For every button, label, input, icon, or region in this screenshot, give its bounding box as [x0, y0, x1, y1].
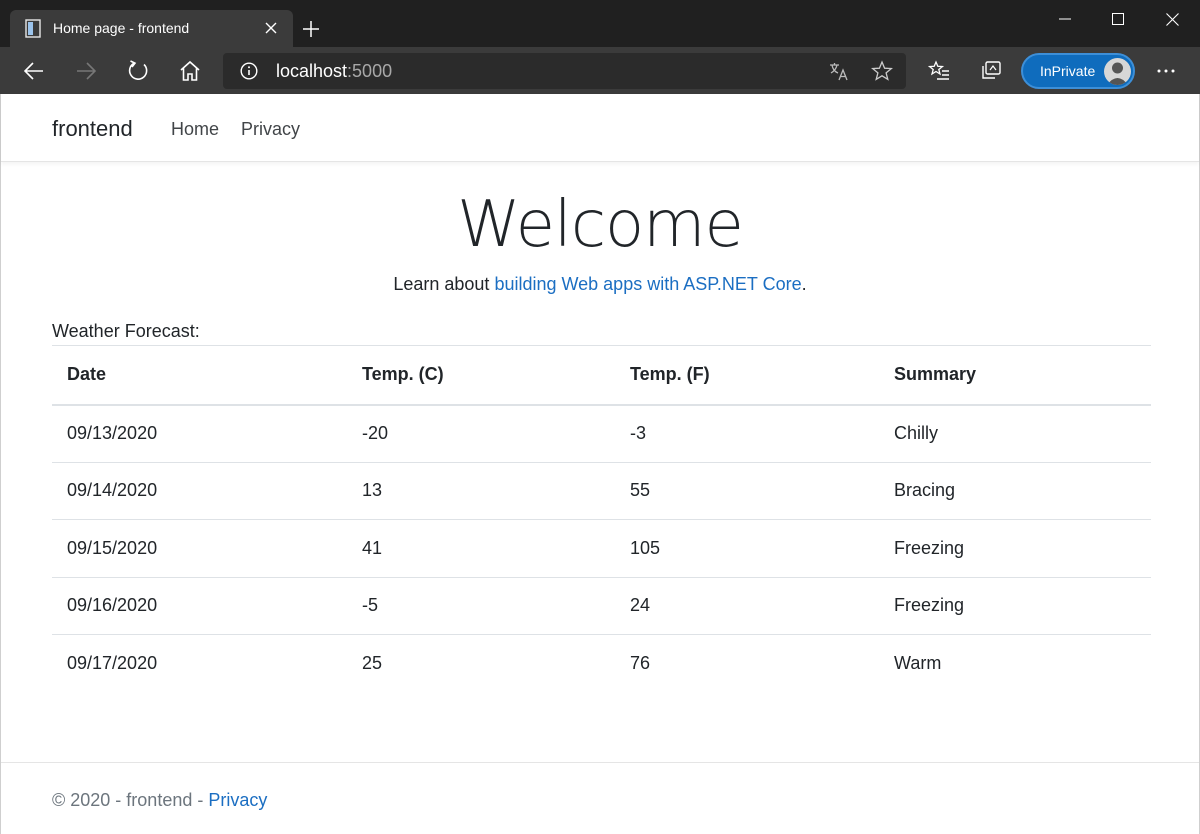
page-icon — [25, 19, 41, 38]
site-navbar: frontend Home Privacy — [1, 94, 1199, 162]
aspnet-docs-link[interactable]: building Web apps with ASP.NET Core — [494, 274, 801, 294]
footer-text: © 2020 - frontend - Privacy — [52, 790, 267, 811]
cell-date: 09/15/2020 — [52, 519, 347, 578]
new-tab-icon[interactable] — [302, 20, 320, 38]
collections-icon — [982, 61, 1001, 79]
url-text[interactable]: localhost:5000 — [276, 61, 392, 82]
inprivate-label: InPrivate — [1040, 63, 1096, 79]
cell-temp-c: -5 — [347, 577, 615, 635]
browser-toolbar: localhost:5000 InPrivate — [0, 47, 1200, 94]
more-dots-icon — [1157, 69, 1175, 73]
maximize-icon — [1112, 13, 1124, 25]
close-window-button[interactable] — [1149, 0, 1195, 38]
cell-temp-f: 105 — [615, 519, 879, 578]
cell-temp-f: 55 — [615, 462, 879, 520]
table-row: 09/14/2020 13 55 Bracing — [52, 462, 1151, 520]
refresh-button[interactable] — [126, 59, 150, 83]
cell-temp-f: 24 — [615, 577, 879, 635]
person-icon — [1107, 62, 1128, 85]
translate-icon[interactable] — [829, 61, 849, 81]
back-arrow-icon — [24, 62, 43, 80]
url-port: :5000 — [347, 61, 393, 81]
back-button[interactable] — [22, 59, 46, 83]
intro-text: Learn about building Web apps with ASP.N… — [1, 274, 1199, 295]
forecast-label: Weather Forecast: — [52, 321, 200, 341]
home-icon — [180, 60, 200, 81]
forward-arrow-icon — [77, 62, 96, 80]
avatar — [1104, 58, 1131, 85]
cell-date: 09/17/2020 — [67, 653, 158, 673]
column-header-temp-f: Temp. (F) — [615, 345, 879, 406]
settings-more-button[interactable] — [1154, 59, 1178, 83]
table-header-row: Date Temp. (C) Temp. (F) Summary — [52, 345, 1151, 406]
inprivate-profile-button[interactable]: InPrivate — [1021, 53, 1135, 89]
weather-table: Date Temp. (C) Temp. (F) Summary 09/13/2… — [52, 345, 1151, 692]
cell-summary: Warm — [894, 653, 942, 673]
refresh-icon — [128, 60, 148, 80]
favorites-list-icon — [928, 60, 949, 80]
intro-suffix: . — [801, 274, 807, 294]
forward-button[interactable] — [74, 59, 98, 83]
favorites-button[interactable] — [927, 59, 951, 83]
nav-privacy-link[interactable]: Privacy — [241, 119, 300, 140]
cell-temp-f: -3 — [615, 404, 879, 463]
table-row: 09/13/2020 -20 -3 Chilly — [52, 404, 1151, 463]
cell-temp-c: -20 — [347, 404, 615, 463]
column-header-date: Date — [52, 345, 347, 406]
table-row: 09/16/2020 -5 24 Freezing — [52, 577, 1151, 635]
home-button[interactable] — [178, 59, 202, 83]
cell-temp-c: 41 — [347, 519, 615, 578]
collections-button[interactable] — [979, 59, 1003, 83]
tab-title: Home page - frontend — [53, 20, 190, 36]
minimize-icon — [1059, 18, 1071, 20]
table-row: 09/17/2020 25 76 Warm — [52, 635, 1151, 693]
info-icon[interactable] — [240, 62, 258, 80]
browser-titlebar: Home page - frontend — [0, 0, 1200, 47]
url-host: localhost — [276, 61, 348, 81]
site-brand-link[interactable]: frontend — [52, 116, 133, 142]
close-tab-icon[interactable] — [264, 21, 278, 35]
maximize-button[interactable] — [1095, 0, 1141, 38]
browser-tab[interactable]: Home page - frontend — [10, 10, 293, 47]
close-icon — [1165, 12, 1179, 26]
cell-temp-f: 76 — [630, 653, 651, 673]
cell-date: 09/14/2020 — [52, 462, 347, 520]
footer-privacy-link[interactable]: Privacy — [208, 790, 267, 810]
page-title: Welcome — [457, 188, 744, 262]
column-header-temp-c: Temp. (C) — [347, 345, 615, 406]
footer-copyright: © 2020 - frontend - — [52, 790, 209, 810]
cell-summary: Bracing — [879, 462, 1151, 520]
column-header-summary: Summary — [879, 345, 1151, 406]
intro-prefix: Learn about — [393, 274, 495, 294]
cell-date: 09/13/2020 — [52, 404, 347, 463]
cell-summary: Freezing — [879, 519, 1151, 578]
cell-summary: Chilly — [879, 404, 1151, 463]
cell-temp-c: 25 — [362, 653, 383, 673]
nav-home-link[interactable]: Home — [171, 119, 219, 140]
cell-temp-c: 13 — [347, 462, 615, 520]
page-content: frontend Home Privacy Welcome Learn abou… — [0, 94, 1200, 834]
address-bar[interactable]: localhost:5000 — [223, 53, 906, 89]
cell-summary: Freezing — [879, 577, 1151, 635]
site-footer: © 2020 - frontend - Privacy — [1, 762, 1199, 834]
cell-date: 09/16/2020 — [52, 577, 347, 635]
table-row: 09/15/2020 41 105 Freezing — [52, 519, 1151, 578]
minimize-button[interactable] — [1042, 0, 1088, 38]
favorite-star-icon[interactable] — [871, 60, 893, 82]
